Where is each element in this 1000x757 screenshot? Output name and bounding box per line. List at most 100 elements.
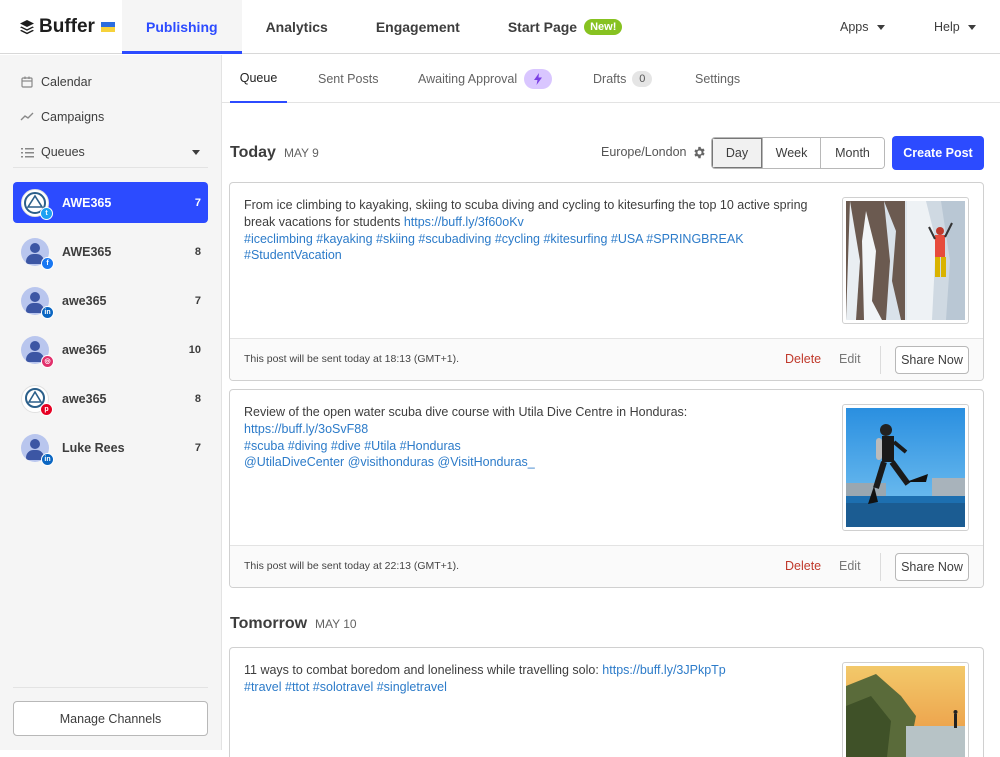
- sidebar-queues[interactable]: Queues: [20, 142, 200, 162]
- view-month-button[interactable]: Month: [820, 138, 884, 168]
- post-schedule-text: This post will be sent today at 22:13 (G…: [244, 560, 460, 572]
- post-mentions[interactable]: @UtilaDiveCenter @visithonduras @VisitHo…: [244, 455, 535, 469]
- instagram-icon: ◎: [41, 354, 54, 368]
- queued-post[interactable]: Review of the open water scuba dive cour…: [229, 389, 984, 588]
- sidebar: Calendar Campaigns Queues t AWE365 7 f A…: [0, 55, 222, 750]
- tab-drafts[interactable]: Drafts 0: [593, 55, 653, 103]
- channel-name: AWE365: [62, 244, 112, 259]
- delete-button[interactable]: Delete: [785, 559, 821, 573]
- view-day-button[interactable]: Day: [712, 138, 762, 168]
- channel-awe365-twitter[interactable]: t AWE365 7: [13, 182, 208, 223]
- day-date: MAY 9: [283, 146, 319, 160]
- post-body: From ice climbing to kayaking, skiing to…: [244, 198, 808, 229]
- day-header-today: Today MAY 9: [230, 144, 319, 162]
- channel-name: awe365: [62, 391, 107, 406]
- channel-awe365-facebook[interactable]: f AWE365 8: [13, 231, 208, 272]
- main-nav: Publishing Analytics Engagement Start Pa…: [122, 0, 646, 54]
- timezone-label: Europe/London: [601, 145, 687, 159]
- drafts-count-badge: 0: [632, 71, 653, 87]
- post-body: 11 ways to combat boredom and loneliness…: [244, 663, 603, 677]
- edit-button[interactable]: Edit: [839, 559, 861, 573]
- channel-name: awe365: [62, 293, 107, 308]
- nav-tab-publishing[interactable]: Publishing: [122, 0, 242, 54]
- avatar: ◎: [21, 335, 54, 368]
- help-label: Help: [934, 20, 960, 34]
- caret-down-icon: [876, 24, 885, 30]
- post-link[interactable]: https://buff.ly/3oSvF88: [244, 422, 368, 436]
- sidebar-campaigns[interactable]: Campaigns: [20, 107, 104, 127]
- channel-name: Luke Rees: [62, 440, 125, 455]
- delete-button[interactable]: Delete: [785, 352, 821, 366]
- avatar: f: [21, 237, 54, 270]
- post-hashtags[interactable]: #iceclimbing #kayaking #skiing #scubadiv…: [244, 232, 744, 263]
- post-link[interactable]: https://buff.ly/3JPkpTp: [602, 663, 725, 677]
- channel-luke-rees-linkedin[interactable]: in Luke Rees 7: [13, 427, 208, 468]
- post-link[interactable]: https://buff.ly/3f60oKv: [404, 215, 524, 229]
- channel-count: 7: [194, 196, 201, 209]
- avatar: in: [21, 433, 54, 466]
- post-text: 11 ways to combat boredom and loneliness…: [244, 662, 814, 696]
- tab-settings[interactable]: Settings: [695, 55, 740, 103]
- sidebar-link-label: Calendar: [41, 75, 92, 89]
- edit-button[interactable]: Edit: [839, 352, 861, 366]
- divider: [880, 553, 881, 581]
- nav-tab-label: Publishing: [146, 19, 218, 35]
- help-menu[interactable]: Help: [934, 0, 976, 54]
- brand-name: Buffer: [39, 16, 95, 37]
- channel-awe365-instagram[interactable]: ◎ awe365 10: [13, 329, 208, 370]
- apps-menu[interactable]: Apps: [840, 0, 885, 54]
- tab-label: Sent Posts: [318, 72, 379, 86]
- tab-queue[interactable]: Queue: [230, 55, 287, 103]
- post-text: From ice climbing to kayaking, skiing to…: [244, 197, 814, 264]
- post-schedule-text: This post will be sent today at 18:13 (G…: [244, 353, 460, 365]
- sidebar-link-label: Campaigns: [41, 110, 105, 124]
- bolt-icon: [524, 69, 553, 89]
- avatar: in: [21, 286, 54, 319]
- channel-count: 10: [188, 343, 201, 356]
- sidebar-calendar[interactable]: Calendar: [20, 72, 92, 92]
- view-toggle: Day Week Month: [711, 137, 885, 169]
- post-image-solo-travel[interactable]: [842, 662, 969, 757]
- queue-subtabs: Queue Sent Posts Awaiting Approval Draft…: [222, 55, 1000, 103]
- calendar-icon: [20, 75, 34, 89]
- queued-post[interactable]: 11 ways to combat boredom and loneliness…: [229, 647, 984, 757]
- post-text: Review of the open water scuba dive cour…: [244, 404, 814, 471]
- tab-sent-posts[interactable]: Sent Posts: [318, 55, 378, 103]
- tab-awaiting-approval[interactable]: Awaiting Approval: [418, 55, 553, 103]
- nav-tab-label: Analytics: [265, 19, 328, 35]
- apps-label: Apps: [840, 20, 869, 34]
- view-week-button[interactable]: Week: [762, 138, 820, 168]
- new-badge: New!: [584, 19, 623, 35]
- tab-label: Settings: [695, 72, 741, 86]
- day-title: Tomorrow: [230, 615, 308, 632]
- post-image-scuba[interactable]: [842, 404, 969, 531]
- nav-tab-analytics[interactable]: Analytics: [242, 0, 352, 54]
- share-now-button[interactable]: Share Now: [895, 553, 969, 581]
- post-footer: This post will be sent today at 22:13 (G…: [230, 545, 983, 587]
- caret-down-icon: [192, 149, 200, 155]
- linkedin-icon: in: [41, 305, 54, 319]
- post-image-ice-climbing[interactable]: [842, 197, 969, 324]
- channel-awe365-pinterest[interactable]: p awe365 8: [13, 378, 208, 419]
- nav-tab-engagement[interactable]: Engagement: [352, 0, 484, 54]
- facebook-icon: f: [41, 256, 54, 270]
- tab-label: Queue: [239, 71, 278, 85]
- post-body: Review of the open water scuba dive cour…: [244, 405, 688, 419]
- channel-awe365-linkedin[interactable]: in awe365 7: [13, 280, 208, 321]
- queued-post[interactable]: From ice climbing to kayaking, skiing to…: [229, 182, 984, 381]
- manage-channels-button[interactable]: Manage Channels: [13, 701, 208, 736]
- post-hashtags[interactable]: #scuba #diving #dive #Utila #Honduras: [244, 439, 461, 453]
- create-post-button[interactable]: Create Post: [892, 136, 984, 170]
- buffer-logo[interactable]: Buffer: [19, 14, 115, 40]
- avatar: p: [21, 384, 53, 416]
- share-now-button[interactable]: Share Now: [895, 346, 969, 374]
- twitter-icon: t: [40, 206, 53, 220]
- nav-tab-start-page[interactable]: Start Page New!: [484, 0, 647, 54]
- post-hashtags[interactable]: #travel #ttot #solotravel #singletravel: [244, 680, 447, 694]
- nav-tab-label: Engagement: [375, 19, 460, 35]
- divider: [13, 687, 208, 688]
- gear-icon: [693, 146, 705, 158]
- timezone-selector[interactable]: Europe/London: [601, 145, 706, 159]
- tab-label: Drafts: [593, 72, 627, 86]
- linkedin-icon: in: [41, 452, 54, 466]
